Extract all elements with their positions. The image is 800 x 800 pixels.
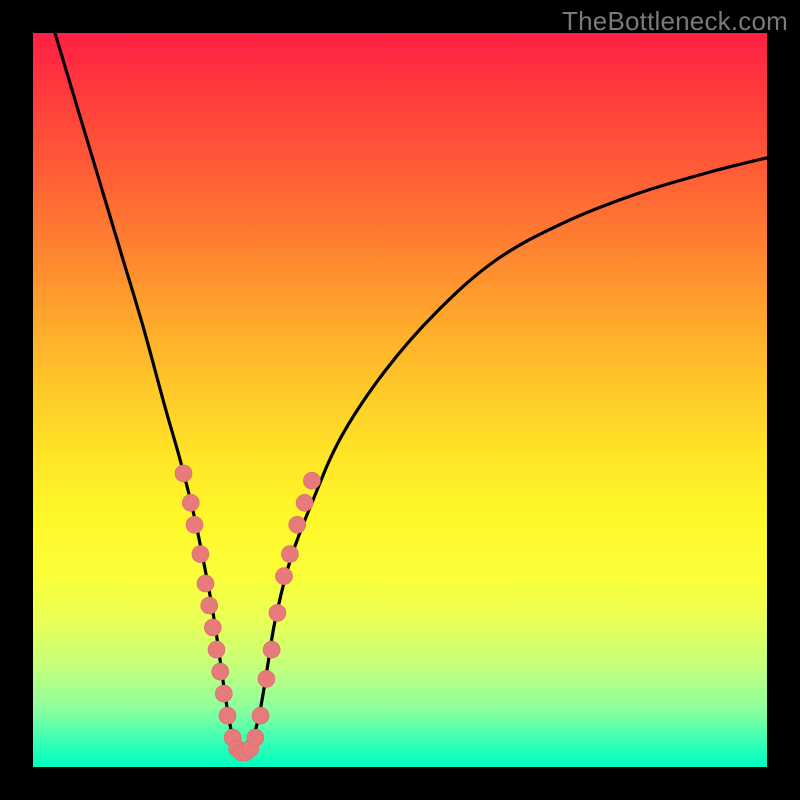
- highlight-dot: [247, 729, 264, 746]
- highlight-dot: [252, 707, 269, 724]
- highlight-dot: [296, 494, 313, 511]
- highlight-dot: [258, 670, 275, 687]
- highlight-dot: [212, 663, 229, 680]
- chart-svg: [33, 33, 767, 767]
- highlight-dot: [263, 641, 280, 658]
- highlight-dot: [201, 597, 218, 614]
- highlight-dot: [281, 546, 298, 563]
- highlight-dot: [182, 494, 199, 511]
- highlight-dot: [175, 465, 192, 482]
- highlight-dot: [289, 516, 306, 533]
- highlight-dot: [204, 619, 221, 636]
- highlight-dot: [186, 516, 203, 533]
- watermark-text: TheBottleneck.com: [562, 6, 788, 37]
- highlight-dot: [215, 685, 232, 702]
- highlight-dot: [269, 604, 286, 621]
- highlight-dot: [208, 641, 225, 658]
- plot-area: [33, 33, 767, 767]
- highlight-dot: [197, 575, 214, 592]
- bottleneck-curve: [55, 33, 767, 755]
- highlight-dots-group: [175, 465, 320, 761]
- highlight-dot: [192, 546, 209, 563]
- highlight-dot: [303, 472, 320, 489]
- chart-frame: TheBottleneck.com: [0, 0, 800, 800]
- highlight-dot: [219, 707, 236, 724]
- highlight-dot: [276, 568, 293, 585]
